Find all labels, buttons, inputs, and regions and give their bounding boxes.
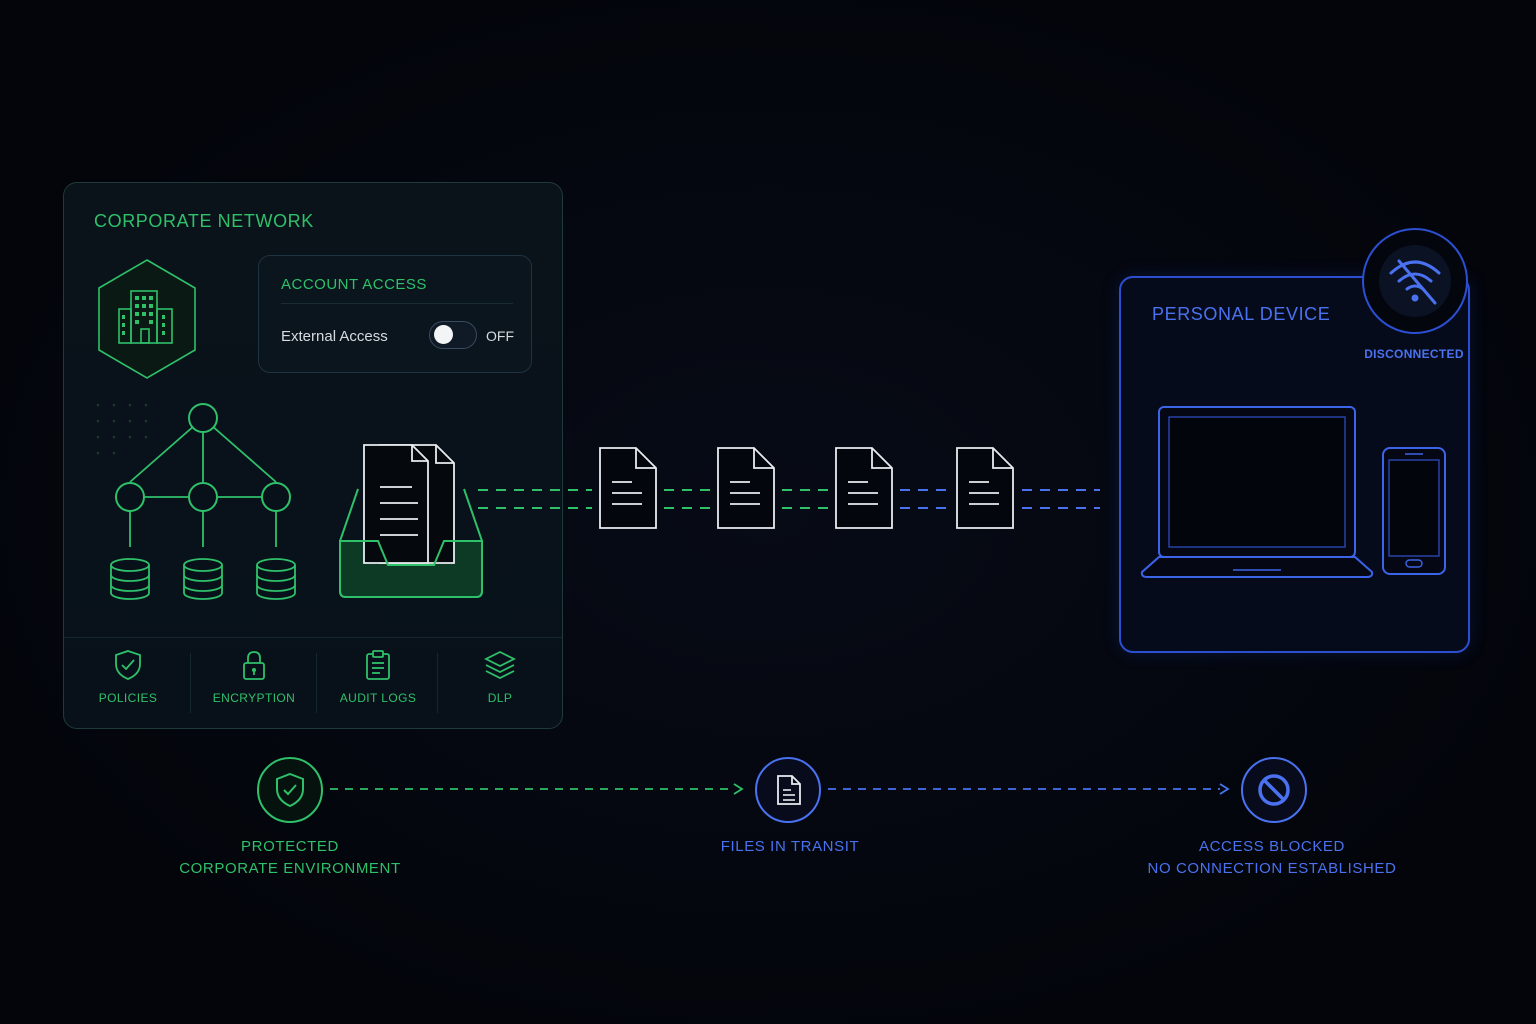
access-blocked-label: ACCESS BLOCKED NO CONNECTION ESTABLISHED [1112,836,1432,880]
transit-line-1: FILES IN TRANSIT [720,838,860,855]
shield-check-icon [257,757,323,823]
files-in-transit-label: FILES IN TRANSIT [640,836,940,858]
protected-environment-label: PROTECTED CORPORATE ENVIRONMENT [140,836,440,880]
blocked-icon [1241,757,1307,823]
file-icon [755,757,821,823]
blocked-line-1: ACCESS BLOCKED [1199,838,1345,855]
protected-line-1: PROTECTED [241,838,339,855]
diagram-stage: CORPORATE NETWORK ACCOUNT ACCESS Externa… [0,0,1536,1024]
blocked-line-2: NO CONNECTION ESTABLISHED [1147,860,1397,877]
protected-line-2: CORPORATE ENVIRONMENT [179,860,401,877]
